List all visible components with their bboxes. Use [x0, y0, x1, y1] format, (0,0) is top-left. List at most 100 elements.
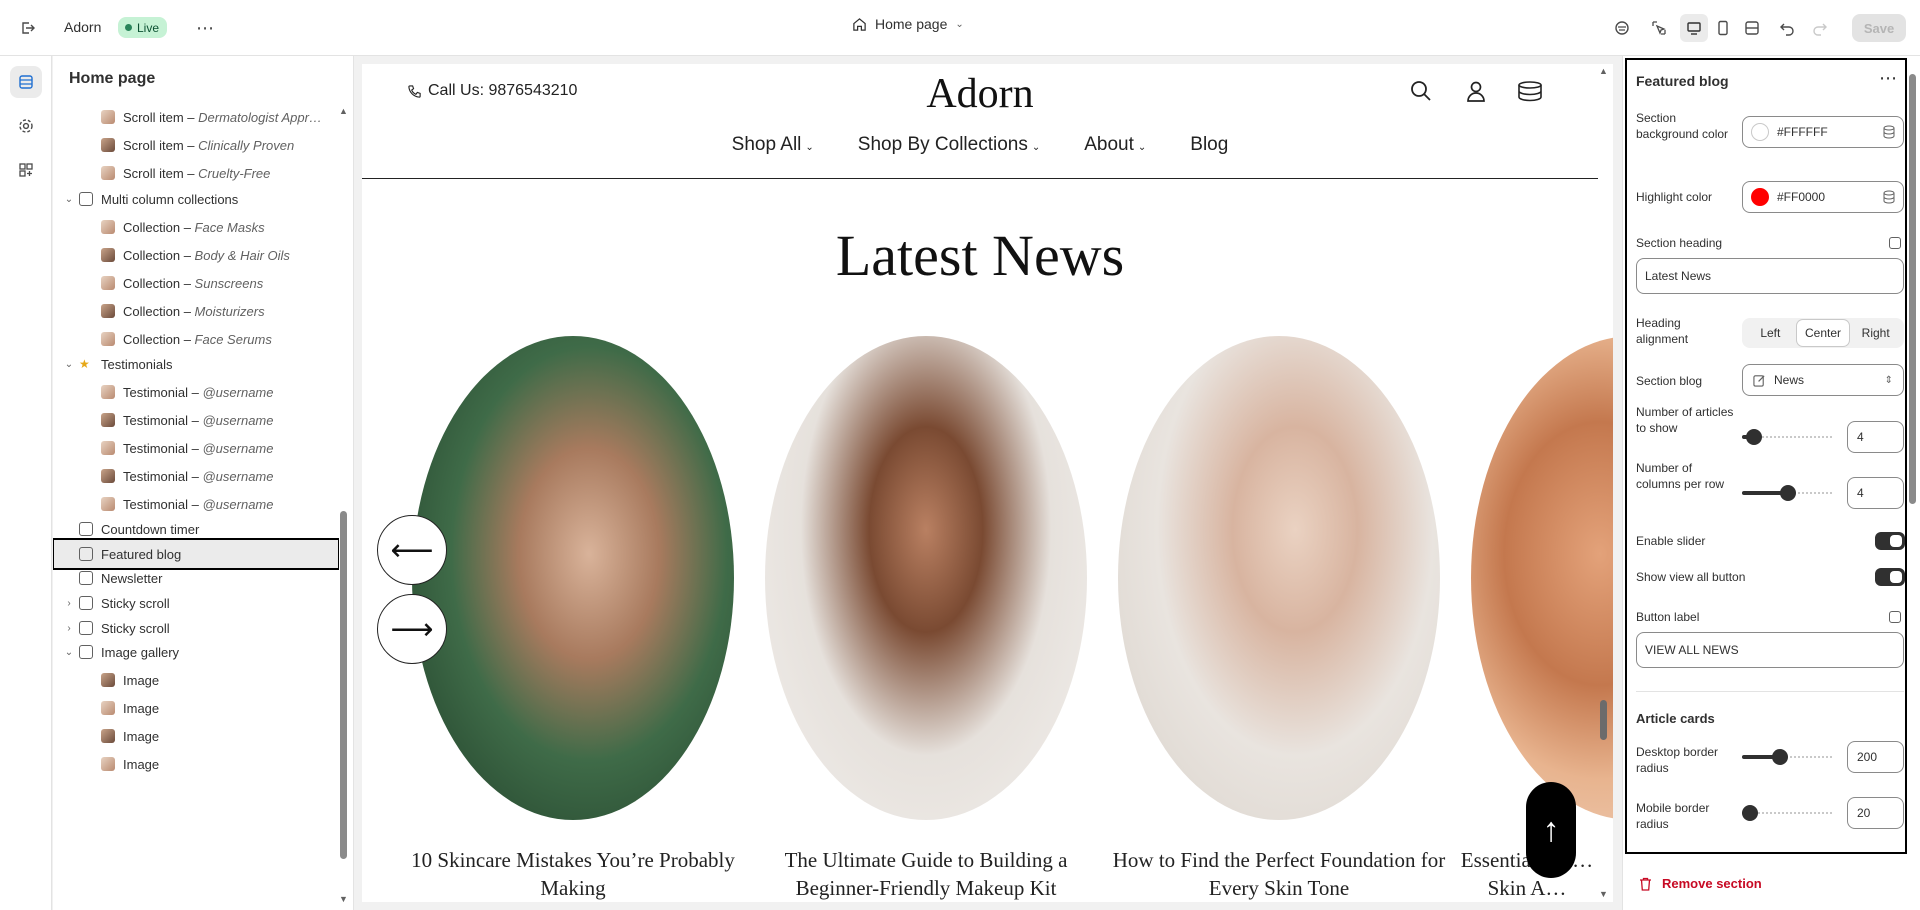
expand-chevron-icon[interactable]: › [61, 598, 77, 609]
database-icon[interactable] [1883, 190, 1895, 204]
slider-knob[interactable] [1742, 805, 1758, 821]
scroll-down-icon[interactable]: ▼ [339, 894, 348, 904]
block-row[interactable]: Testimonial – @username [53, 433, 339, 463]
columns-input[interactable]: 4 [1847, 477, 1904, 509]
database-icon[interactable] [1889, 237, 1901, 249]
nav-shop-by-collections[interactable]: Shop By Collections ⌄ [858, 134, 1040, 156]
more-icon[interactable]: ⋯ [1879, 68, 1897, 89]
article-image[interactable] [1118, 336, 1440, 820]
scroll-down-icon[interactable]: ▼ [1599, 889, 1608, 899]
block-row[interactable]: Image [53, 721, 339, 751]
slider-next-button[interactable]: ⟶ [377, 594, 447, 664]
enable-slider-toggle[interactable] [1875, 532, 1905, 550]
block-thumbnail-icon [101, 110, 115, 124]
nav-about[interactable]: About ⌄ [1084, 134, 1146, 156]
article-title[interactable]: 10 Skincare Mistakes You’re Probably Mak… [393, 846, 753, 902]
slider-prev-button[interactable]: ⟵ [377, 515, 447, 585]
settings-scrollbar[interactable] [1909, 74, 1916, 504]
block-row[interactable]: Collection – Moisturizers [53, 296, 339, 326]
heading-input[interactable]: Latest News [1636, 258, 1904, 294]
block-row[interactable]: Testimonial – @username [53, 377, 339, 407]
color-swatch[interactable] [1751, 123, 1769, 141]
expand-chevron-icon[interactable]: › [61, 623, 77, 634]
section-row[interactable]: ⌄ Multi column collections [53, 184, 339, 214]
row-label-sub: @username [202, 412, 274, 428]
article-image[interactable] [412, 336, 734, 820]
cart-icon[interactable] [1517, 80, 1543, 108]
scroll-up-icon[interactable]: ▲ [1599, 66, 1608, 76]
mobile-icon[interactable] [1709, 14, 1737, 42]
sidebar-scrollbar[interactable] [340, 511, 347, 859]
remove-section-button[interactable]: Remove section [1639, 876, 1762, 891]
article-image[interactable] [765, 336, 1087, 820]
save-button[interactable]: Save [1852, 14, 1906, 42]
section-row[interactable]: ⌄ Image gallery [53, 637, 339, 667]
block-row[interactable]: Image [53, 693, 339, 723]
row-label-main: Image [123, 672, 160, 688]
block-row[interactable]: Scroll item – Dermatologist Appr… [53, 102, 339, 132]
expand-chevron-icon[interactable]: ⌄ [61, 194, 77, 205]
back-to-top-button[interactable]: ↑ [1526, 782, 1576, 878]
align-left-option[interactable]: Left [1744, 320, 1797, 346]
nav-blog[interactable]: Blog [1190, 134, 1228, 156]
align-center-option[interactable]: Center [1796, 320, 1850, 346]
block-row[interactable]: Image [53, 665, 339, 695]
more-icon[interactable]: ⋯ [191, 14, 219, 42]
article-image[interactable] [1471, 336, 1613, 820]
row-label: Image gallery [101, 645, 179, 660]
blog-select[interactable]: News ⇕ [1742, 364, 1904, 396]
section-row[interactable]: ⌄ ★ Testimonials [53, 349, 339, 379]
block-row[interactable]: Image [53, 749, 339, 779]
articles-slider[interactable] [1742, 429, 1834, 445]
expand-chevron-icon[interactable]: ⌄ [61, 359, 77, 370]
section-tree: Scroll item – Dermatologist Appr… Scroll … [53, 102, 339, 910]
nav-label: Shop By Collections [857, 134, 1028, 155]
sections-icon[interactable] [10, 66, 42, 98]
search-icon[interactable] [1410, 80, 1432, 108]
desktop-radius-slider[interactable] [1742, 749, 1834, 765]
block-row[interactable]: Collection – Sunscreens [53, 268, 339, 298]
fullwidth-icon[interactable] [1738, 14, 1766, 42]
apps-icon[interactable] [10, 154, 42, 186]
preview-scrollbar[interactable] [1600, 700, 1607, 740]
mobile-radius-input[interactable]: 20 [1847, 797, 1904, 829]
block-row[interactable]: Testimonial – @username [53, 461, 339, 491]
align-right-option[interactable]: Right [1849, 320, 1902, 346]
slider-knob[interactable] [1746, 429, 1762, 445]
chevron-down-icon: ⌄ [955, 18, 964, 30]
button-label-input[interactable]: VIEW ALL NEWS [1636, 632, 1904, 668]
mobile-radius-slider[interactable] [1742, 805, 1834, 821]
account-icon[interactable] [1465, 80, 1487, 108]
exit-icon[interactable] [14, 14, 42, 42]
redo-icon[interactable] [1806, 14, 1834, 42]
article-title[interactable]: The Ultimate Guide to Building a Beginne… [746, 846, 1106, 902]
select-element-icon[interactable] [1645, 14, 1673, 42]
store-name: Adorn [64, 19, 102, 35]
columns-slider[interactable] [1742, 485, 1834, 501]
highlight-color-field[interactable]: #FF0000 [1742, 181, 1904, 213]
database-icon[interactable] [1889, 611, 1901, 623]
undo-icon[interactable] [1773, 14, 1801, 42]
articles-input[interactable]: 4 [1847, 421, 1904, 453]
block-row[interactable]: Collection – Face Masks [53, 212, 339, 242]
database-icon[interactable] [1883, 125, 1895, 139]
inspect-icon[interactable] [1608, 14, 1636, 42]
block-row[interactable]: Scroll item – Clinically Proven [53, 130, 339, 160]
article-title[interactable]: How to Find the Perfect Foundation for E… [1099, 846, 1459, 902]
expand-chevron-icon[interactable]: ⌄ [61, 647, 77, 658]
star-icon: ★ [79, 357, 90, 371]
view-all-toggle[interactable] [1875, 568, 1905, 586]
alignment-label: Heading alignment [1636, 316, 1689, 346]
desktop-icon[interactable] [1680, 14, 1708, 42]
scroll-up-icon[interactable]: ▲ [339, 106, 348, 116]
slider-knob[interactable] [1772, 749, 1788, 765]
color-swatch[interactable] [1751, 188, 1769, 206]
desktop-radius-input[interactable]: 200 [1847, 741, 1904, 773]
nav-shop-all[interactable]: Shop All ⌄ [732, 134, 814, 156]
block-row[interactable]: Testimonial – @username [53, 405, 339, 435]
section-bg-color-field[interactable]: #FFFFFF [1742, 116, 1904, 148]
page-selector[interactable]: Home page ⌄ [852, 16, 964, 32]
slider-knob[interactable] [1780, 485, 1796, 501]
block-row[interactable]: Collection – Body & Hair Oils [53, 240, 339, 270]
gear-icon[interactable] [10, 110, 42, 142]
